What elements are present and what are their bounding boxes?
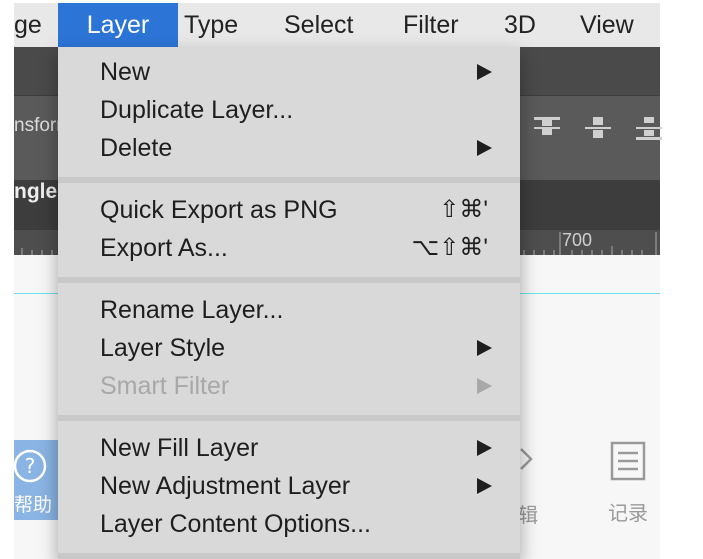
- menu-item-shortcut: ⇧⌘': [439, 196, 488, 223]
- align-bottom-icon[interactable]: [634, 113, 664, 143]
- ruler-label: 700: [562, 230, 593, 250]
- menu-item-export-as[interactable]: Export As... ⌥⇧⌘': [58, 229, 520, 267]
- menu-item-label: Rename Layer...: [100, 296, 284, 324]
- submenu-arrow-icon: [477, 440, 492, 456]
- document-tab-title[interactable]: ngle: [14, 180, 57, 204]
- transform-controls-label: nsforr: [14, 115, 63, 136]
- menu-item-label: Delete: [100, 134, 173, 162]
- menu-item-label: Smart Filter: [100, 372, 230, 400]
- menu-item-label: New: [100, 58, 151, 86]
- menu-item-label: Duplicate Layer...: [100, 96, 294, 124]
- help-circle-icon: ?: [14, 449, 47, 483]
- align-center-icon[interactable]: [583, 113, 613, 143]
- edit-label: 辑: [518, 505, 538, 527]
- menu-separator: [58, 553, 520, 559]
- menu-separator: [58, 277, 520, 283]
- menu-layer[interactable]: Layer: [58, 3, 178, 47]
- chevron-right-icon: [520, 448, 533, 470]
- menu-item-duplicate-layer[interactable]: Duplicate Layer...: [58, 91, 520, 129]
- submenu-arrow-icon: [477, 478, 492, 494]
- menu-filter[interactable]: Filter: [403, 3, 475, 47]
- menu-item-quick-export-png[interactable]: Quick Export as PNG ⇧⌘': [58, 191, 520, 229]
- submenu-arrow-icon: [477, 340, 492, 356]
- menu-select[interactable]: Select: [284, 3, 374, 47]
- menu-bar: ge Layer Type Select Filter 3D View: [14, 3, 660, 47]
- menu-item-shortcut: ⌥⇧⌘': [411, 234, 488, 261]
- help-button[interactable]: ? 帮助: [14, 440, 58, 520]
- menu-item-new-fill-layer[interactable]: New Fill Layer: [58, 429, 520, 467]
- menu-separator: [58, 415, 520, 421]
- menu-item-new-adjustment-layer[interactable]: New Adjustment Layer: [58, 467, 520, 505]
- document-list-icon: [610, 441, 646, 481]
- menu-item-smart-filter: Smart Filter: [58, 367, 520, 405]
- submenu-arrow-icon: [477, 140, 492, 156]
- layer-dropdown-menu: New Duplicate Layer... Delete Quick Expo…: [58, 47, 520, 559]
- menu-edge[interactable]: ge: [14, 3, 56, 47]
- records-button[interactable]: 记录: [598, 441, 658, 525]
- menu-item-delete[interactable]: Delete: [58, 129, 520, 167]
- menu-item-label: Layer Style: [100, 334, 226, 362]
- menu-separator: [58, 177, 520, 183]
- menu-item-rename-layer[interactable]: Rename Layer...: [58, 291, 520, 329]
- menu-item-label: Layer Content Options...: [100, 510, 371, 538]
- menu-view[interactable]: View: [580, 3, 650, 47]
- menu-item-label: New Adjustment Layer: [100, 472, 351, 500]
- align-top-icon[interactable]: [532, 113, 562, 143]
- submenu-arrow-icon: [477, 64, 492, 80]
- menu-item-label: Export As...: [100, 234, 228, 262]
- menu-item-new[interactable]: New: [58, 53, 520, 91]
- records-label: 记录: [608, 503, 648, 525]
- menu-item-layer-style[interactable]: Layer Style: [58, 329, 520, 367]
- menu-item-label: Quick Export as PNG: [100, 196, 338, 224]
- submenu-arrow-icon: [477, 378, 492, 394]
- svg-text:?: ?: [25, 454, 36, 478]
- menu-type[interactable]: Type: [184, 3, 256, 47]
- menu-item-label: New Fill Layer: [100, 434, 259, 462]
- help-label: 帮助: [14, 495, 53, 516]
- menu-item-layer-content-options[interactable]: Layer Content Options...: [58, 505, 520, 543]
- menu-3d[interactable]: 3D: [504, 3, 548, 47]
